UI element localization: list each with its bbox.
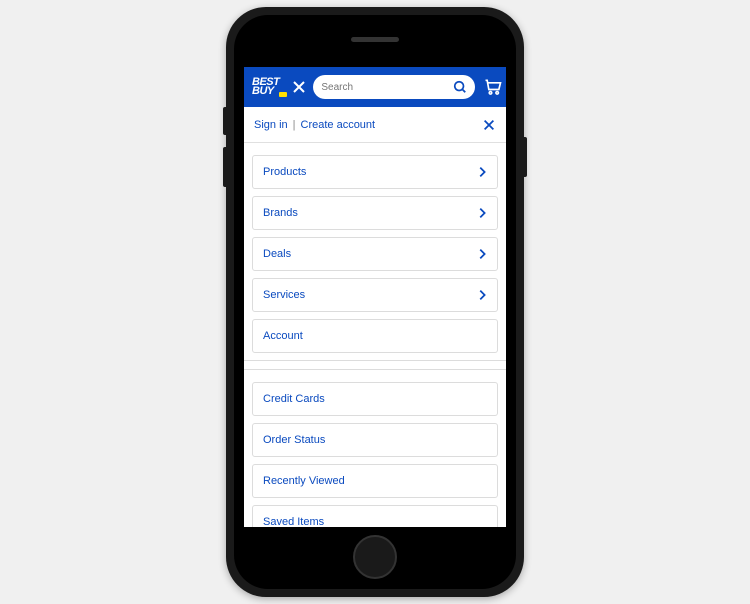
search-icon[interactable] bbox=[453, 80, 467, 94]
menu-item-label: Products bbox=[263, 166, 306, 178]
menu-item-label: Recently Viewed bbox=[263, 475, 345, 487]
menu-item-credit-cards[interactable]: Credit Cards bbox=[252, 382, 498, 416]
section-divider bbox=[244, 369, 506, 370]
search-bar[interactable] bbox=[313, 75, 475, 99]
menu-item-deals[interactable]: Deals bbox=[252, 237, 498, 271]
menu-close-icon[interactable] bbox=[291, 79, 307, 95]
menu-item-brands[interactable]: Brands bbox=[252, 196, 498, 230]
section-divider bbox=[244, 360, 506, 361]
menu-item-products[interactable]: Products bbox=[252, 155, 498, 189]
menu-item-label: Services bbox=[263, 289, 305, 301]
logo-tag-icon bbox=[279, 92, 287, 97]
phone-side-button bbox=[223, 107, 226, 135]
menu-item-services[interactable]: Services bbox=[252, 278, 498, 312]
cart-icon[interactable] bbox=[483, 77, 503, 97]
home-button[interactable] bbox=[353, 535, 397, 579]
menu-item-order-status[interactable]: Order Status bbox=[252, 423, 498, 457]
phone-side-button bbox=[524, 137, 527, 177]
phone-side-button bbox=[223, 147, 226, 187]
auth-separator: | bbox=[293, 119, 296, 131]
phone-speaker bbox=[351, 37, 399, 42]
app-header: BEST BUY bbox=[244, 67, 506, 107]
sign-in-link[interactable]: Sign in bbox=[254, 119, 288, 131]
logo-text-2: BUY bbox=[252, 87, 279, 96]
phone-inner: BEST BUY Sign in bbox=[234, 15, 516, 589]
menu-item-label: Saved Items bbox=[263, 516, 324, 527]
menu-item-label: Deals bbox=[263, 248, 291, 260]
menu-item-label: Order Status bbox=[263, 434, 325, 446]
bestbuy-logo[interactable]: BEST BUY bbox=[252, 78, 279, 97]
chevron-right-icon bbox=[477, 288, 487, 302]
menu-item-saved-items[interactable]: Saved Items bbox=[252, 505, 498, 527]
menu-item-account[interactable]: Account bbox=[252, 319, 498, 353]
chevron-right-icon bbox=[477, 206, 487, 220]
menu-item-label: Brands bbox=[263, 207, 298, 219]
menu-container: Products Brands Deals Services Account Credi… bbox=[244, 143, 506, 527]
chevron-right-icon bbox=[477, 247, 487, 261]
create-account-link[interactable]: Create account bbox=[301, 119, 376, 131]
screen: BEST BUY Sign in bbox=[244, 67, 506, 527]
menu-item-recently-viewed[interactable]: Recently Viewed bbox=[252, 464, 498, 498]
close-icon[interactable] bbox=[482, 118, 496, 132]
auth-bar: Sign in | Create account bbox=[244, 107, 506, 143]
menu-item-label: Account bbox=[263, 330, 303, 342]
menu-item-label: Credit Cards bbox=[263, 393, 325, 405]
chevron-right-icon bbox=[477, 165, 487, 179]
search-input[interactable] bbox=[321, 82, 453, 93]
phone-frame: BEST BUY Sign in bbox=[226, 7, 524, 597]
